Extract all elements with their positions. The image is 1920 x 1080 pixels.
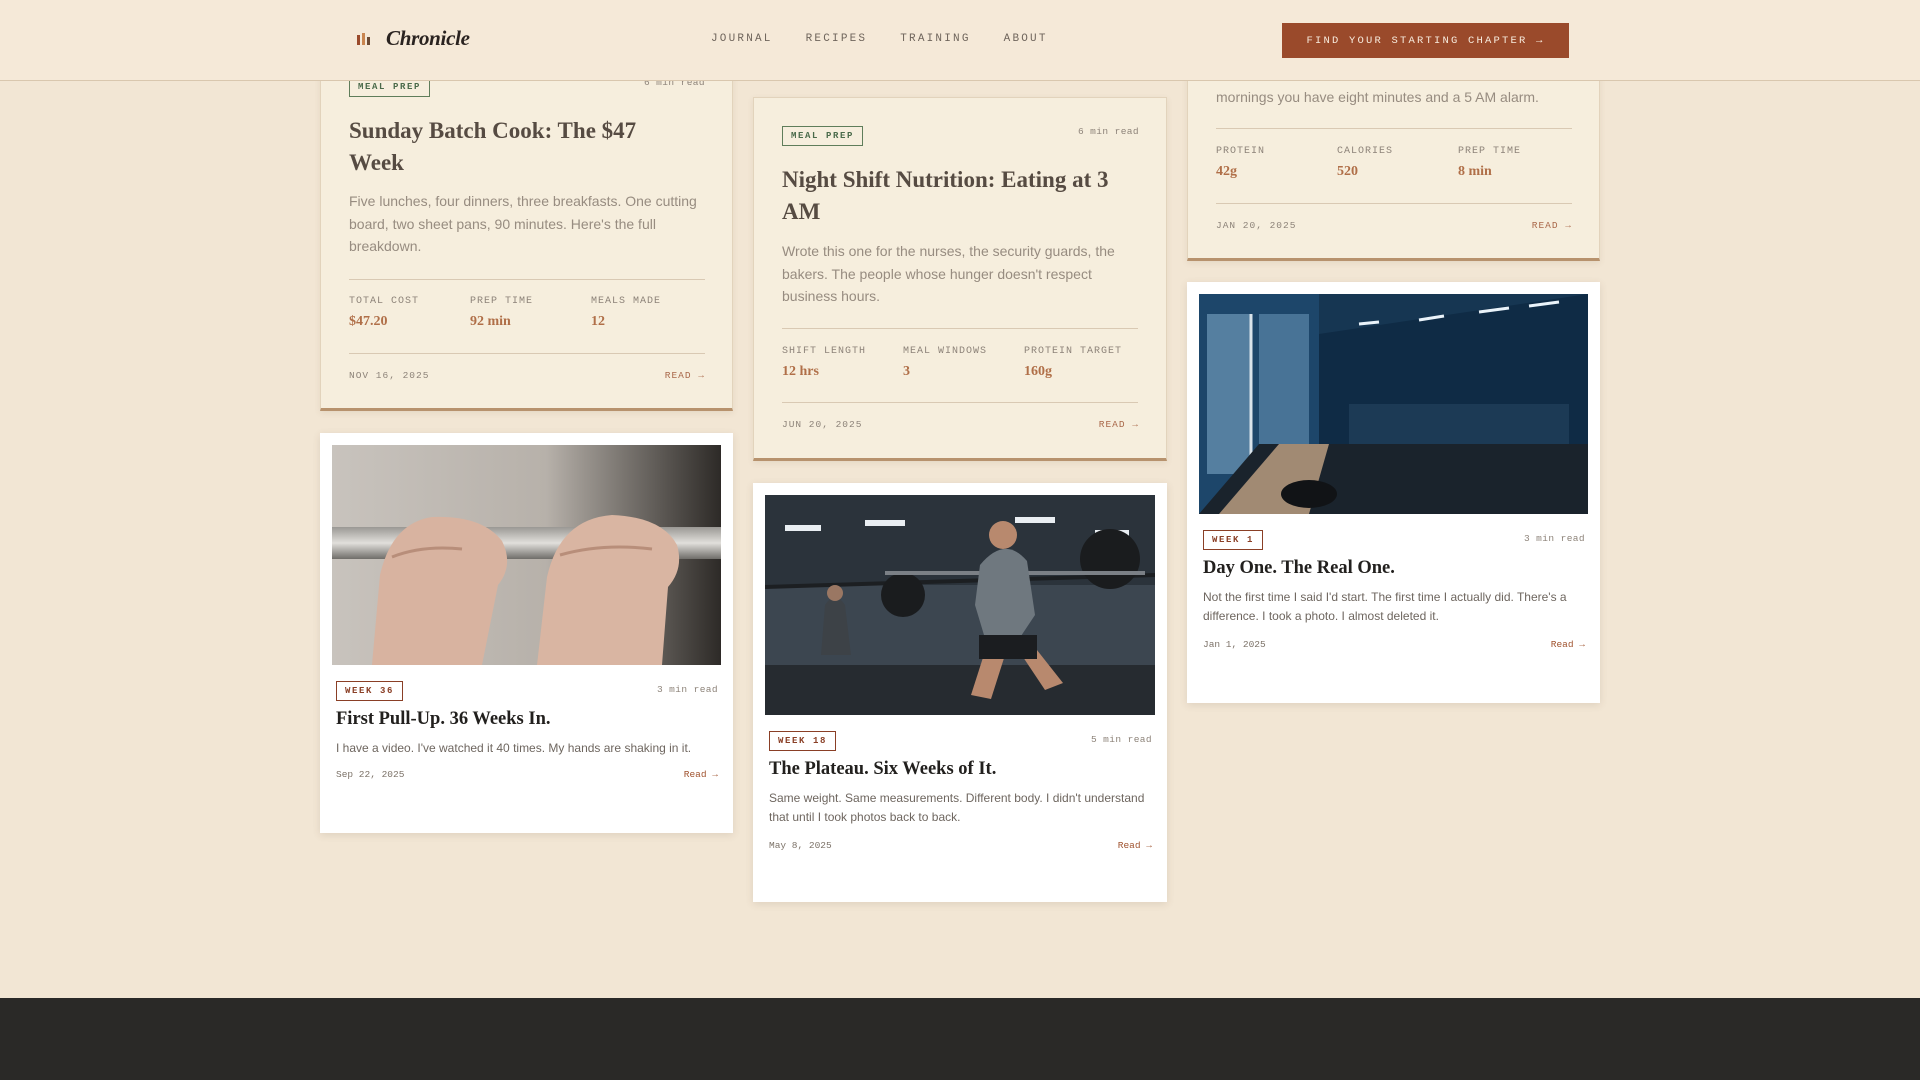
category-tag: MEAL PREP: [782, 126, 864, 146]
article-title: Night Shift Nutrition: Eating at 3 AM: [782, 167, 1109, 224]
divider: [349, 353, 705, 354]
article-card-day-one[interactable]: WEEK 1 3 min read Day One. The Real One.…: [1187, 282, 1600, 703]
week-tag: WEEK 36: [336, 681, 404, 701]
read-time: 6 min read: [1077, 126, 1139, 137]
stat-label: PROTEIN: [1216, 146, 1266, 157]
read-time: 3 min read: [1523, 533, 1585, 544]
stat-value: $47.20: [349, 314, 388, 329]
stat-label: PROTEIN TARGET: [1024, 346, 1123, 357]
stat-label: CALORIES: [1337, 146, 1394, 157]
read-link[interactable]: Read →: [684, 769, 718, 780]
article-title: The Plateau. Six Weeks of It.: [769, 759, 997, 779]
stat-value: 42g: [1216, 164, 1237, 179]
week-tag: WEEK 18: [769, 731, 837, 751]
article-title: Sunday Batch Cook: The $47 Week: [349, 118, 637, 175]
divider: [782, 402, 1138, 403]
article-description: mornings you have eight minutes and a 5 …: [1216, 89, 1539, 105]
article-description: Five lunches, four dinners, three breakf…: [349, 193, 697, 254]
article-date: NOV 16, 2025: [349, 370, 430, 381]
article-description: Same weight. Same measurements. Differen…: [769, 791, 1145, 824]
stat-label: MEALS MADE: [591, 296, 662, 307]
stat-value: 12: [591, 314, 605, 329]
divider: [1216, 203, 1572, 204]
stat-label: TOTAL COST: [349, 296, 420, 307]
article-photo-squat-gym: [765, 495, 1155, 715]
stat-label: PREP TIME: [1458, 146, 1522, 157]
article-date: JAN 20, 2025: [1216, 220, 1297, 231]
article-description: Not the first time I said I'd start. The…: [1203, 590, 1567, 623]
read-link[interactable]: READ →: [1532, 220, 1572, 231]
article-date: Jan 1, 2025: [1203, 639, 1266, 650]
read-link[interactable]: READ →: [665, 370, 705, 381]
nav-journal[interactable]: JOURNAL: [711, 33, 773, 45]
article-card-plateau[interactable]: WEEK 18 5 min read The Plateau. Six Week…: [753, 483, 1167, 902]
starting-chapter-button[interactable]: FIND YOUR STARTING CHAPTER →: [1282, 23, 1569, 58]
read-time: 5 min read: [1090, 734, 1152, 745]
stat-value: 92 min: [470, 314, 511, 329]
article-title: Day One. The Real One.: [1203, 558, 1395, 578]
divider: [782, 328, 1138, 329]
site-header: Chronicle JOURNAL RECIPES TRAINING ABOUT…: [0, 0, 1920, 81]
brand-icon: [357, 32, 370, 45]
primary-nav: JOURNAL RECIPES TRAINING ABOUT: [711, 33, 1048, 45]
nav-about[interactable]: ABOUT: [1004, 33, 1048, 45]
stat-value: 160g: [1024, 364, 1052, 379]
article-date: JUN 20, 2025: [782, 419, 863, 430]
site-footer: [0, 998, 1920, 1080]
brand-name: Chronicle: [386, 26, 470, 50]
divider: [349, 279, 705, 280]
week-tag: WEEK 1: [1203, 530, 1264, 550]
read-link[interactable]: READ →: [1099, 419, 1139, 430]
article-title: First Pull-Up. 36 Weeks In.: [336, 709, 551, 729]
read-link[interactable]: Read →: [1551, 639, 1585, 650]
stat-value: 12 hrs: [782, 364, 819, 379]
stat-value: 3: [903, 364, 910, 379]
read-time: 3 min read: [656, 684, 718, 695]
stat-label: SHIFT LENGTH: [782, 346, 867, 357]
brand-logo[interactable]: Chronicle: [356, 26, 470, 51]
stat-value: 520: [1337, 164, 1358, 179]
read-link[interactable]: Read →: [1118, 840, 1152, 851]
stat-value: 8 min: [1458, 164, 1492, 179]
article-date: May 8, 2025: [769, 840, 832, 851]
article-card-batch-cook[interactable]: MEAL PREP 6 min read Sunday Batch Cook: …: [320, 40, 733, 411]
nav-recipes[interactable]: RECIPES: [806, 33, 868, 45]
article-photo-empty-gym: [1199, 294, 1588, 514]
article-description: I have a video. I've watched it 40 times…: [336, 741, 692, 755]
nav-training[interactable]: TRAINING: [900, 33, 970, 45]
stat-label: MEAL WINDOWS: [903, 346, 988, 357]
article-date: Sep 22, 2025: [336, 769, 405, 780]
article-card-pullup[interactable]: WEEK 36 3 min read First Pull-Up. 36 Wee…: [320, 433, 733, 833]
divider: [1216, 128, 1572, 129]
article-description: Wrote this one for the nurses, the secur…: [782, 243, 1115, 304]
article-card-night-shift[interactable]: MEAL PREP 6 min read Night Shift Nutriti…: [753, 97, 1167, 461]
stat-label: PREP TIME: [470, 296, 534, 307]
article-photo-hands-on-bar: [332, 445, 721, 665]
